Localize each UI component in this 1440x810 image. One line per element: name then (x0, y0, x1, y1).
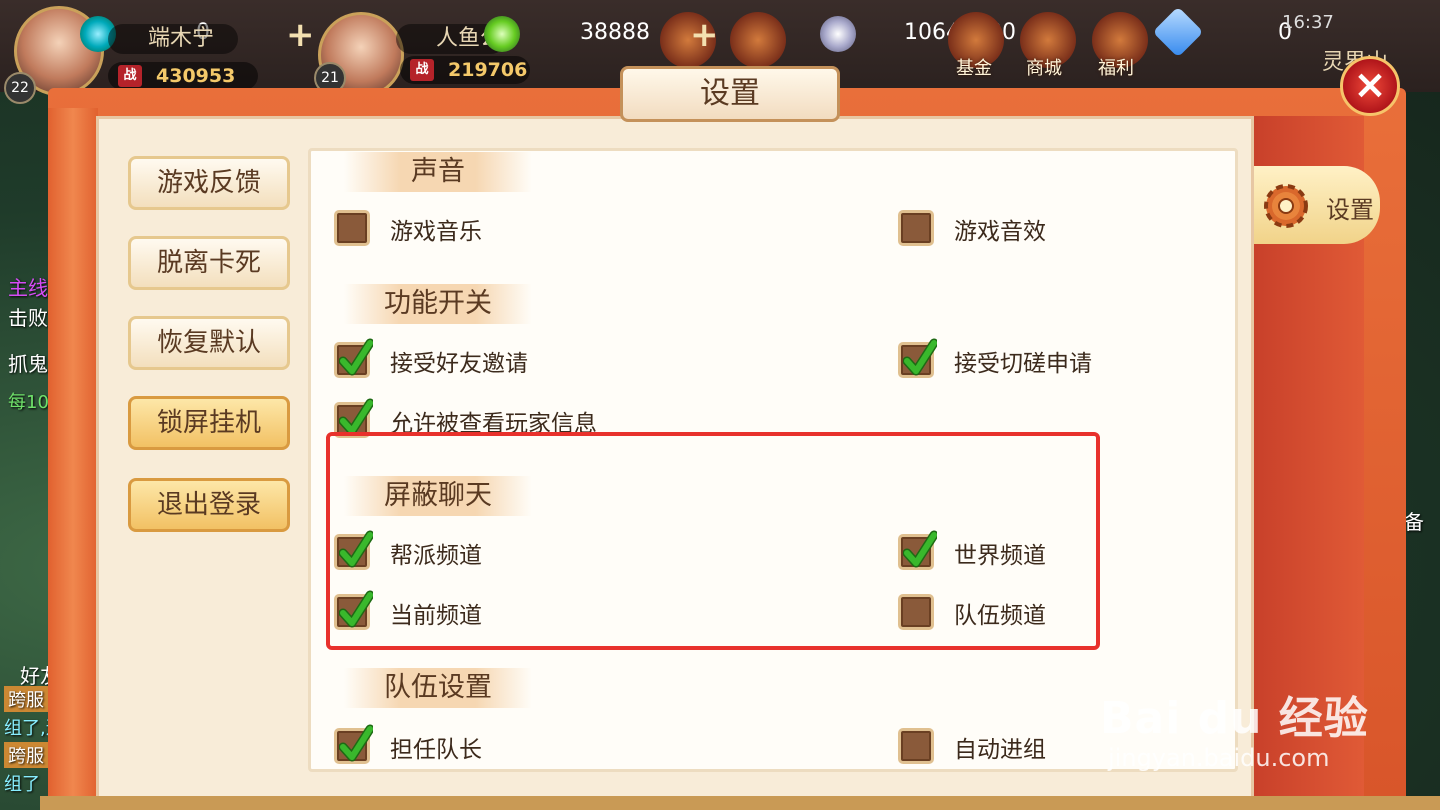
dialog-left-curtain (48, 108, 98, 808)
option-label: 帮派频道 (390, 543, 482, 569)
checkmark-icon (339, 338, 373, 376)
player1-power: 战 430953 (108, 62, 258, 90)
gear-icon (1264, 184, 1308, 228)
welfare-label: 福利 (1098, 58, 1134, 79)
nav-lockscreen-afk-button[interactable]: 锁屏挂机 (128, 396, 290, 450)
section-title-block-chat: 屏蔽聊天 (344, 476, 532, 516)
dialog-title: 设置 (620, 66, 840, 122)
fund-label: 基金 (956, 58, 992, 79)
option-label: 当前频道 (390, 603, 482, 629)
close-icon: × (1353, 62, 1387, 108)
gift-icon[interactable] (730, 12, 786, 68)
option-label: 担任队长 (390, 737, 482, 763)
option-label: 自动进组 (954, 737, 1046, 763)
dialog-bottom-edge (40, 796, 1440, 810)
checkbox-current-channel[interactable] (334, 590, 373, 630)
shop-label: 商城 (1026, 58, 1062, 79)
add-currency-icon[interactable]: + (690, 18, 719, 52)
player1-power-value: 430953 (156, 65, 236, 87)
nav-feedback-button[interactable]: 游戏反馈 (128, 156, 290, 210)
option-label: 世界频道 (954, 543, 1046, 569)
nav-unstuck-button[interactable]: 脱离卡死 (128, 236, 290, 290)
checkmark-icon (339, 590, 373, 628)
cross-server-tag: 跨服 (4, 742, 48, 768)
currency1-value: 38888 (580, 20, 650, 45)
nav-reset-default-button[interactable]: 恢复默认 (128, 316, 290, 370)
option-label: 接受切磋申请 (954, 351, 1092, 377)
checkbox-game-music[interactable] (334, 210, 370, 246)
power-tag: 战 (118, 65, 142, 87)
checkmark-icon (903, 530, 937, 568)
checkmark-icon (903, 338, 937, 376)
nav-logout-button[interactable]: 退出登录 (128, 478, 290, 532)
section-title-sound: 声音 (344, 152, 532, 192)
player1-level: 22 (4, 72, 36, 104)
checkbox-accept-duel-request[interactable] (898, 338, 937, 378)
checkbox-accept-friend-invite[interactable] (334, 338, 373, 378)
option-label: 接受好友邀请 (390, 351, 528, 377)
silver-coin-icon (820, 16, 856, 52)
chat-line: 组了 (4, 774, 40, 795)
checkbox-world-channel[interactable] (898, 530, 937, 570)
checkmark-icon (339, 724, 373, 762)
quest-text: 击败 (8, 306, 48, 330)
add-gem-icon[interactable]: + (286, 18, 315, 52)
checkbox-team-channel[interactable] (898, 594, 934, 630)
checkmark-icon (339, 530, 373, 568)
checkmark-icon (339, 398, 373, 436)
quest-text: 每10 (8, 392, 49, 413)
player2-power: 战 219706 (400, 56, 530, 84)
option-label: 队伍频道 (954, 603, 1046, 629)
power-tag: 战 (410, 59, 434, 81)
cross-server-tag: 跨服 (4, 686, 48, 712)
tab-settings-label: 设置 (1326, 196, 1374, 224)
checkbox-auto-join-team[interactable] (898, 728, 934, 764)
clock: 16:37 (1282, 12, 1334, 33)
section-title-team: 队伍设置 (344, 668, 532, 708)
option-label: 游戏音乐 (390, 219, 482, 245)
checkbox-game-sfx[interactable] (898, 210, 934, 246)
option-label: 游戏音效 (954, 219, 1046, 245)
checkbox-guild-channel[interactable] (334, 530, 373, 570)
player1-name: 端木宁 (108, 24, 238, 54)
baidu-watermark-url: jingyan.baidu.com (1108, 744, 1330, 772)
section-title-function: 功能开关 (344, 284, 532, 324)
baidu-watermark: Bai du 经验 (1100, 693, 1369, 744)
jade-icon (484, 16, 520, 52)
player2-power-value: 219706 (448, 59, 528, 81)
close-button[interactable]: × (1340, 56, 1400, 116)
checkbox-be-team-leader[interactable] (334, 724, 373, 764)
quest-text: 主线 (8, 276, 48, 300)
tab-settings[interactable]: 设置 (1254, 166, 1380, 244)
